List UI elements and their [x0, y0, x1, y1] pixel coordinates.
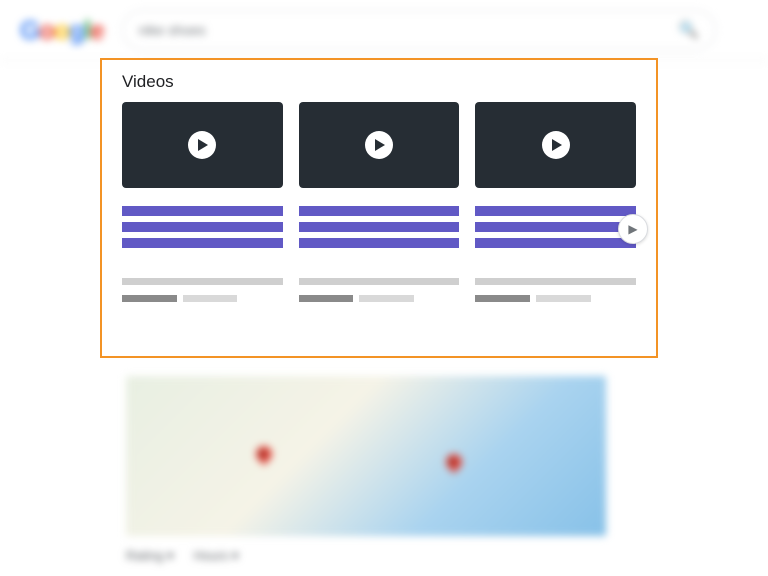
videos-heading: Videos	[122, 72, 636, 92]
video-meta-placeholder	[475, 295, 636, 302]
video-thumbnail[interactable]	[475, 102, 636, 188]
play-icon	[188, 131, 216, 159]
search-input[interactable]: nike shoes 🔍	[122, 10, 716, 50]
video-carousel: ▶	[122, 102, 636, 302]
local-filter-row: Rating ▾ Hours ▾	[126, 548, 626, 564]
local-results: Rating ▾ Hours ▾	[126, 376, 626, 564]
play-icon	[542, 131, 570, 159]
video-meta-placeholder	[122, 295, 283, 302]
video-source-placeholder	[122, 278, 283, 285]
video-source-placeholder	[299, 278, 460, 285]
search-query-text: nike shoes	[139, 22, 206, 38]
video-card[interactable]	[299, 102, 460, 302]
video-thumbnail[interactable]	[122, 102, 283, 188]
video-title-placeholder	[475, 206, 636, 248]
google-logo[interactable]: Google	[20, 15, 104, 46]
video-title-placeholder	[299, 206, 460, 248]
video-thumbnail[interactable]	[299, 102, 460, 188]
map-pin-icon[interactable]	[253, 443, 276, 466]
map-pin-icon[interactable]	[443, 451, 466, 474]
video-meta-placeholder	[299, 295, 460, 302]
video-card[interactable]	[122, 102, 283, 302]
rating-filter[interactable]: Rating ▾	[126, 548, 174, 564]
hours-filter[interactable]: Hours ▾	[194, 548, 239, 564]
video-card[interactable]	[475, 102, 636, 302]
search-header: Google nike shoes 🔍	[0, 0, 768, 60]
video-source-placeholder	[475, 278, 636, 285]
play-icon	[365, 131, 393, 159]
videos-feature-block: Videos ▶	[100, 58, 658, 358]
video-title-placeholder	[122, 206, 283, 248]
carousel-next-button[interactable]: ▶	[618, 214, 648, 244]
search-icon[interactable]: 🔍	[679, 20, 699, 40]
local-map[interactable]	[126, 376, 606, 536]
